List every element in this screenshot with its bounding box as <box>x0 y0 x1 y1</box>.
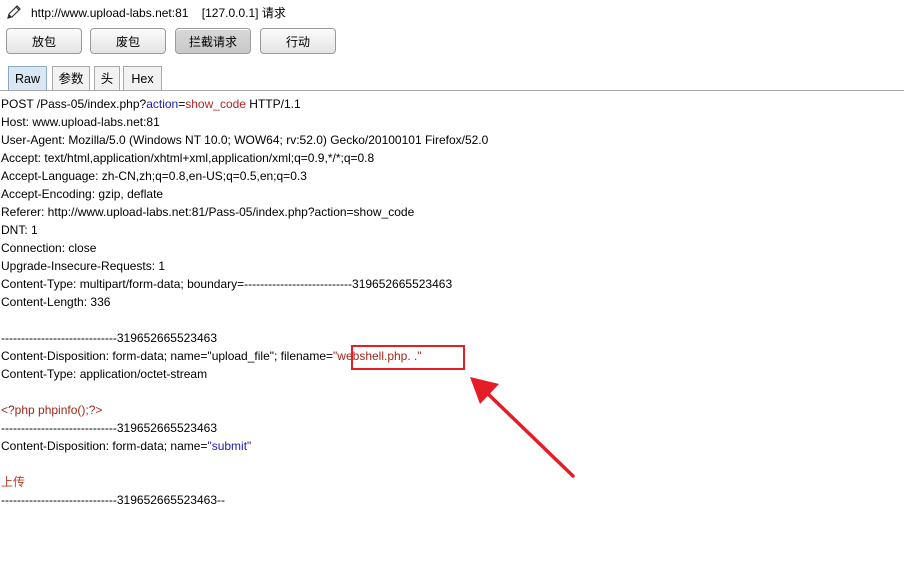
boundary-line: -----------------------------31965266552… <box>1 421 217 435</box>
header-accept-language: Accept-Language: zh-CN,zh;q=0.8,en-US;q=… <box>1 169 307 183</box>
action-button[interactable]: 行动 <box>260 28 336 54</box>
header-accept: Accept: text/html,application/xhtml+xml,… <box>1 151 375 165</box>
target-url: http://www.upload-labs.net:81 <box>31 6 189 20</box>
pencil-icon[interactable] <box>5 3 23 21</box>
tab-raw[interactable]: Raw <box>8 66 47 90</box>
header-user-agent: User-Agent: Mozilla/5.0 (Windows NT 10.0… <box>1 133 489 147</box>
request-target: http://www.upload-labs.net:81 [127.0.0.1… <box>31 4 286 21</box>
intercept-toggle-button[interactable]: 拦截请求 <box>175 28 251 54</box>
filename-highlight-box <box>351 345 465 370</box>
request-line: POST /Pass-05/index.php?action=show_code… <box>1 97 301 111</box>
request-info-bar: http://www.upload-labs.net:81 [127.0.0.1… <box>0 0 904 26</box>
tab-params[interactable]: 参数 <box>52 66 90 90</box>
target-ip: [127.0.0.1] <box>201 6 259 20</box>
header-dnt: DNT: 1 <box>1 223 38 237</box>
request-label: 请求 <box>261 6 286 20</box>
header-host: Host: www.upload-labs.net:81 <box>1 115 160 129</box>
header-content-length: Content-Length: 336 <box>1 295 111 309</box>
header-upgrade-insecure: Upgrade-Insecure-Requests: 1 <box>1 259 166 273</box>
view-tabs: Raw 参数 头 Hex <box>0 64 904 91</box>
request-editor[interactable]: POST /Pass-05/index.php?action=show_code… <box>1 95 901 509</box>
content-disposition-submit: Content-Disposition: form-data; name="su… <box>1 439 252 453</box>
header-referer: Referer: http://www.upload-labs.net:81/P… <box>1 205 415 219</box>
closing-boundary: -----------------------------31965266552… <box>1 493 225 507</box>
header-connection: Connection: close <box>1 241 97 255</box>
tab-hex[interactable]: Hex <box>123 66 162 90</box>
submit-body: 上传 <box>1 475 26 489</box>
header-accept-encoding: Accept-Encoding: gzip, deflate <box>1 187 164 201</box>
submit-name-value: "submit" <box>207 439 252 453</box>
forward-button[interactable]: 放包 <box>6 28 82 54</box>
drop-button[interactable]: 废包 <box>90 28 166 54</box>
header-content-type: Content-Type: multipart/form-data; bound… <box>1 277 453 291</box>
file-body: <?php phpinfo();?> <box>1 403 103 417</box>
tab-headers[interactable]: 头 <box>94 66 120 90</box>
tab-divider <box>0 90 904 91</box>
